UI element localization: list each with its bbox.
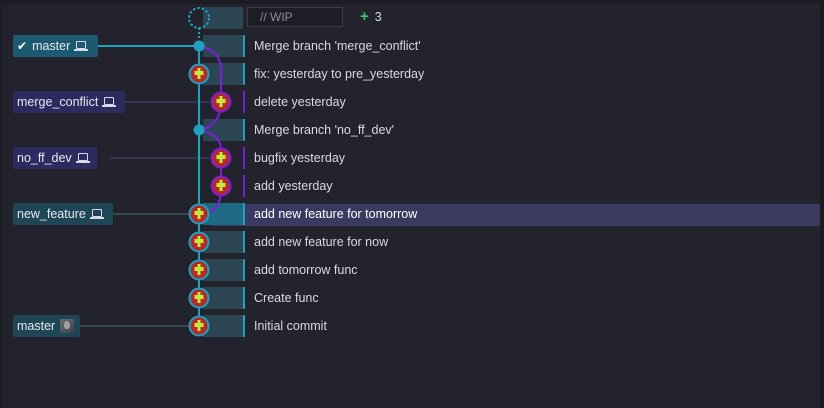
- commit-message: add yesterday: [254, 179, 333, 193]
- branch-name: master: [32, 39, 71, 53]
- commit-node-icon: [188, 259, 210, 281]
- commit-node-icon: [188, 315, 210, 337]
- branch-name: merge_conflict: [17, 95, 99, 109]
- commit-node-icon: [210, 147, 232, 169]
- commit-node-icon: [188, 203, 210, 225]
- merge-lane: [198, 129, 222, 215]
- merge-node: [193, 40, 205, 52]
- laptop-icon: [89, 209, 104, 219]
- commit-node-icon: [188, 287, 210, 309]
- commit-message: add new feature for tomorrow: [254, 207, 418, 221]
- branch-name: master: [17, 319, 56, 333]
- branch-label-no-ff-dev[interactable]: no_ff_dev: [13, 147, 97, 169]
- branch-label-new-feature[interactable]: new_feature: [13, 203, 113, 225]
- commit-message: Merge branch 'merge_conflict': [254, 39, 421, 53]
- commit-node-icon: [210, 175, 232, 197]
- commit-message: Merge branch 'no_ff_dev': [254, 123, 395, 137]
- commit-node-icon: [210, 91, 232, 113]
- commit-message: add tomorrow func: [254, 263, 358, 277]
- commit-graph-panel: // WIP + 3 Merge branch 'merge_conflict'…: [0, 0, 824, 408]
- wip-added-count: 3: [374, 10, 382, 24]
- laptop-icon: [75, 153, 90, 163]
- commit-node-icon: [188, 63, 210, 85]
- branch-label-master[interactable]: ✔ master: [13, 35, 98, 57]
- commit-message: bugfix yesterday: [254, 151, 346, 165]
- commit-message: Initial commit: [254, 319, 327, 333]
- branch-name: new_feature: [17, 207, 86, 221]
- branch-label-remote-master[interactable]: master: [13, 315, 80, 337]
- commit-node-icon: [188, 231, 210, 253]
- plus-icon: +: [360, 8, 369, 25]
- wip-changes-count[interactable]: + 3: [360, 7, 382, 27]
- laptop-icon: [102, 97, 117, 107]
- wip-message-input[interactable]: // WIP: [247, 7, 343, 27]
- check-icon: ✔: [17, 39, 28, 53]
- avatar-icon: [60, 319, 74, 333]
- commit-message: Create func: [254, 291, 319, 305]
- commit-message: delete yesterday: [254, 95, 346, 109]
- merge-node: [193, 124, 205, 136]
- branch-name: no_ff_dev: [17, 151, 72, 165]
- branch-label-merge-conflict[interactable]: merge_conflict: [13, 91, 125, 113]
- laptop-icon: [74, 41, 89, 51]
- commit-message: add new feature for now: [254, 235, 389, 249]
- right-border: [820, 0, 824, 408]
- wip-node: [188, 7, 210, 29]
- commit-message: fix: yesterday to pre_yesterday: [254, 67, 425, 81]
